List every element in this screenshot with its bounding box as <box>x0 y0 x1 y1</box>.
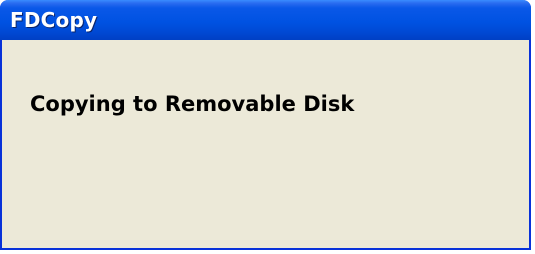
dialog-window: FDCopy Copying to Removable Disk <box>0 0 531 250</box>
status-message: Copying to Removable Disk <box>30 92 355 116</box>
title-bar[interactable]: FDCopy <box>0 0 531 40</box>
window-title: FDCopy <box>10 8 98 32</box>
dialog-body: Copying to Removable Disk <box>2 40 529 248</box>
